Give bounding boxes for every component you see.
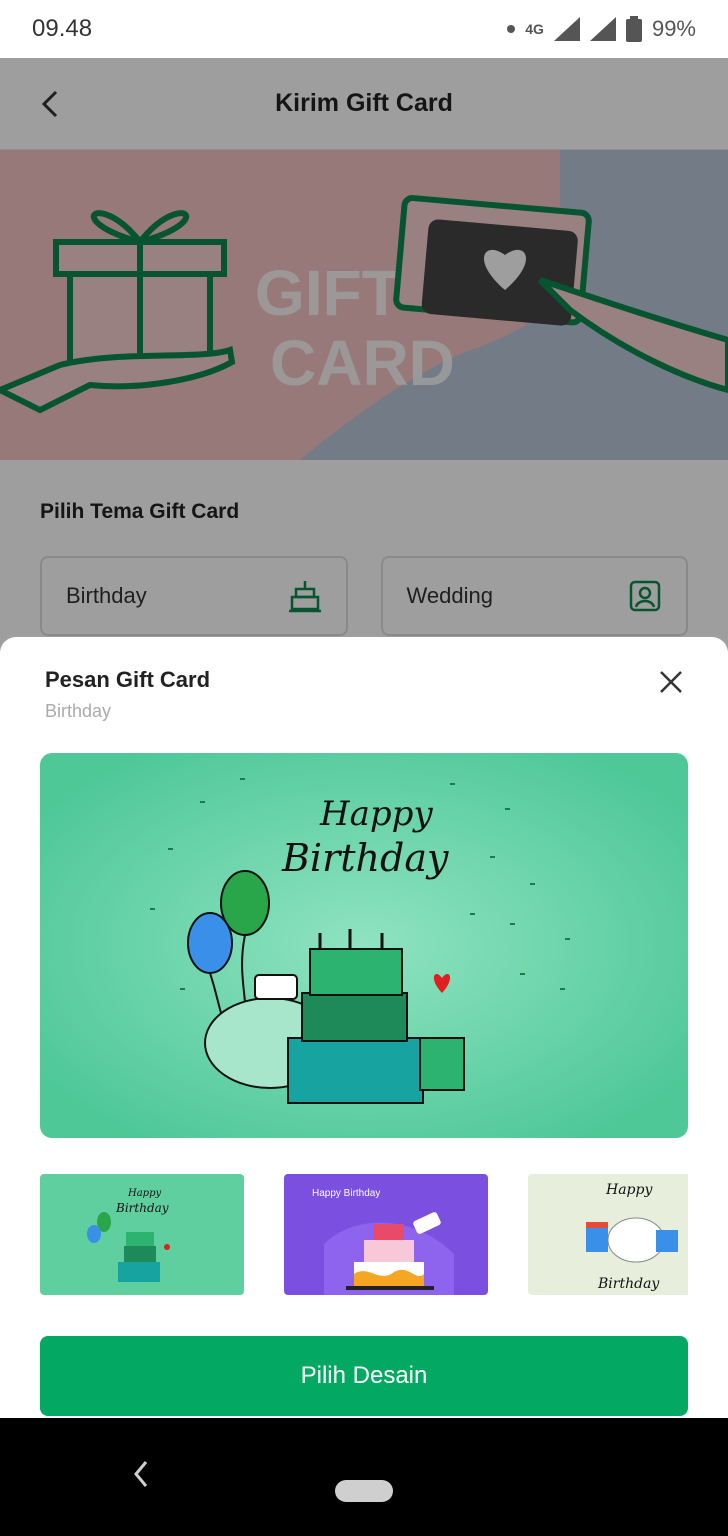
- battery-icon: [625, 16, 642, 42]
- design-thumbnail-1[interactable]: Happy Birthday: [40, 1174, 244, 1295]
- close-icon[interactable]: [652, 663, 690, 701]
- design-thumbnail-3[interactable]: Happy Birthday: [528, 1174, 688, 1295]
- battery-percent: 99%: [651, 16, 696, 41]
- system-nav-bar: [0, 1418, 728, 1536]
- thumb-happy-text-3: Happy: [605, 1182, 653, 1198]
- status-bar: 09.48 4G 99%: [0, 0, 728, 58]
- sheet-subtitle: Birthday: [45, 701, 112, 721]
- signal-icon: [553, 17, 580, 41]
- sheet-title: Pesan Gift Card: [45, 667, 211, 692]
- preview-happy-text: Happy: [319, 794, 433, 834]
- thumb-happy-birthday-text: Happy Birthday: [312, 1188, 380, 1199]
- design-thumbnails: Happy Birthday Happy Birthday Happy Birt…: [40, 1174, 688, 1295]
- preview-birthday-text: Birthday: [281, 836, 449, 880]
- choose-design-button[interactable]: Pilih Desain: [40, 1336, 688, 1416]
- status-time: 09.48: [32, 15, 93, 42]
- notification-dot-icon: [507, 25, 516, 33]
- thumb-birthday-text: Birthday: [115, 1201, 169, 1215]
- network-type: 4G: [525, 21, 544, 37]
- design-preview: Happy Birthday: [40, 753, 688, 1138]
- nav-home-pill[interactable]: [335, 1480, 393, 1502]
- gift-card-message-sheet: Pesan Gift Card Birthday Happy Birthday: [0, 637, 728, 1418]
- signal-2-icon: [589, 17, 616, 41]
- thumb-birthday-text-3: Birthday: [597, 1276, 660, 1292]
- nav-back-icon[interactable]: [126, 1454, 156, 1494]
- thumb-happy-text: Happy: [127, 1188, 161, 1199]
- design-thumbnail-2[interactable]: Happy Birthday: [284, 1174, 488, 1295]
